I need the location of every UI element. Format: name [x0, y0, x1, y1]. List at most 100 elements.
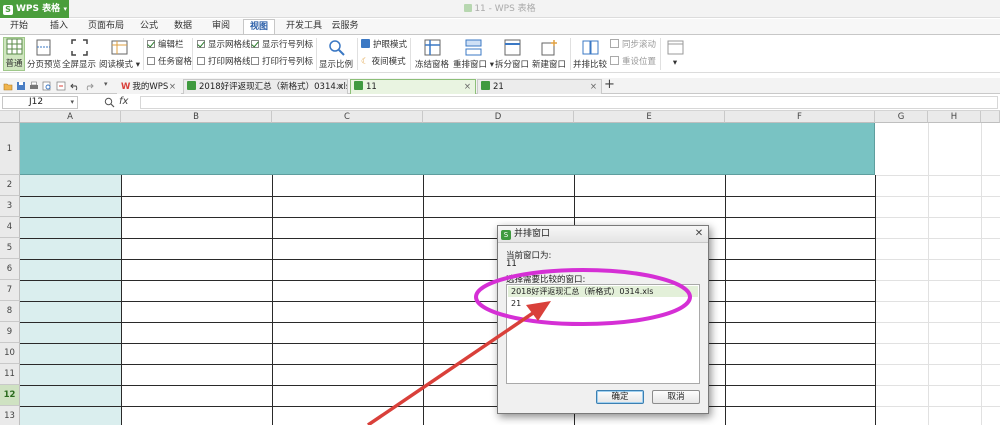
- row-header-1[interactable]: 1: [0, 123, 20, 175]
- row-header-7[interactable]: 7: [0, 280, 20, 301]
- close-icon[interactable]: ×: [590, 80, 597, 94]
- show-gridlines-checkbox[interactable]: 显示网格线: [197, 39, 251, 51]
- close-icon[interactable]: ×: [464, 80, 471, 94]
- show-headers-checkbox[interactable]: 显示行号列标: [251, 39, 313, 51]
- rearrange-windows-button[interactable]: 重排窗口 ▾: [453, 39, 494, 70]
- new-window-button[interactable]: 新建窗口: [531, 39, 567, 70]
- row-header-10[interactable]: 10: [0, 343, 20, 364]
- doc-tab-21[interactable]: 21 ×: [477, 79, 602, 94]
- save-icon[interactable]: [16, 81, 26, 91]
- row-header-4[interactable]: 4: [0, 217, 20, 238]
- spreadsheet-file-icon: [481, 81, 490, 90]
- tab-home[interactable]: 开始: [3, 19, 35, 34]
- doc-tab-2018-summary[interactable]: 2018好评返现汇总（新格式）0314.xls * ×: [183, 79, 348, 94]
- tab-developer[interactable]: 开发工具: [282, 19, 326, 34]
- column-header-f[interactable]: F: [725, 111, 875, 123]
- task-pane-checkbox[interactable]: 任务窗格: [147, 56, 192, 68]
- chevron-down-icon: ▾: [489, 60, 494, 70]
- row-header-9[interactable]: 9: [0, 322, 20, 343]
- separator: [410, 38, 411, 70]
- table-border: [20, 238, 875, 239]
- row-header-13[interactable]: 13: [0, 406, 20, 425]
- tab-formulas[interactable]: 公式: [133, 19, 165, 34]
- sync-scroll-icon: [610, 39, 619, 48]
- tab-view[interactable]: 视图: [243, 19, 275, 34]
- gridline: [875, 301, 1000, 302]
- fx-icon[interactable]: fx: [119, 96, 128, 107]
- reading-mode-button[interactable]: 阅读模式 ▾: [99, 39, 140, 70]
- column-header-a[interactable]: A: [20, 111, 121, 123]
- column-header-i[interactable]: [981, 111, 1000, 123]
- separator: [143, 38, 144, 70]
- reset-position-button[interactable]: 重设位置: [610, 56, 656, 68]
- chevron-down-icon[interactable]: ▾: [104, 80, 108, 88]
- magnifier-icon: [328, 40, 345, 56]
- name-box[interactable]: J12 ▾: [2, 96, 78, 109]
- merged-header-cell[interactable]: [20, 123, 875, 175]
- chevron-down-icon: ▾: [63, 5, 67, 13]
- tab-data[interactable]: 数据: [168, 19, 198, 34]
- checkbox-checked-icon: [197, 40, 205, 48]
- table-border: [725, 175, 726, 425]
- row-header-5[interactable]: 5: [0, 238, 20, 259]
- freeze-panes-button[interactable]: 冻结窗格: [414, 39, 450, 70]
- checkbox-unchecked-icon: [251, 57, 259, 65]
- open-folder-icon[interactable]: [3, 81, 13, 91]
- side-by-side-button[interactable]: 并排比较: [573, 39, 607, 70]
- formula-input[interactable]: [140, 96, 998, 109]
- undo-icon[interactable]: [70, 81, 80, 91]
- chevron-down-icon[interactable]: ▾: [70, 97, 74, 108]
- app-menu-button[interactable]: S WPS 表格 ▾: [0, 0, 69, 18]
- zoom-button[interactable]: 显示比例: [318, 39, 354, 70]
- list-item[interactable]: 21: [508, 298, 698, 309]
- sync-scroll-button[interactable]: 同步滚动: [610, 39, 656, 51]
- cancel-button[interactable]: 取消: [652, 390, 700, 404]
- doc-tab-my-wps[interactable]: W 我的WPS ×: [117, 79, 181, 94]
- night-mode-button[interactable]: ☾ 夜间模式: [361, 56, 406, 68]
- fullscreen-button[interactable]: 全屏显示: [62, 39, 96, 70]
- window-icon: [667, 40, 683, 55]
- normal-view-button[interactable]: 普通: [3, 37, 25, 71]
- column-header-g[interactable]: G: [875, 111, 928, 123]
- tab-review[interactable]: 审阅: [206, 19, 236, 34]
- eye-care-button[interactable]: 护眼模式: [361, 39, 407, 51]
- page-break-preview-button[interactable]: 分页预览: [27, 39, 61, 70]
- doc-tab-11[interactable]: 11 ×: [350, 79, 476, 94]
- ok-button[interactable]: 确定: [596, 390, 644, 404]
- split-window-button[interactable]: 拆分窗口: [495, 39, 529, 70]
- table-border: [20, 364, 875, 365]
- print-headers-checkbox[interactable]: 打印行号列标: [251, 56, 313, 68]
- print-icon[interactable]: [29, 81, 39, 91]
- close-icon[interactable]: ×: [336, 80, 343, 94]
- list-item[interactable]: 2018好评返现汇总（新格式）0314.xls: [508, 286, 698, 297]
- column-header-b[interactable]: B: [121, 111, 272, 123]
- new-tab-button[interactable]: +: [604, 77, 615, 92]
- row-header-2[interactable]: 2: [0, 175, 20, 196]
- column-header-e[interactable]: E: [574, 111, 725, 123]
- export-pdf-icon[interactable]: [56, 81, 66, 91]
- tab-insert[interactable]: 插入: [44, 19, 74, 34]
- print-gridlines-checkbox[interactable]: 打印网格线: [197, 56, 251, 68]
- row-header-8[interactable]: 8: [0, 301, 20, 322]
- window-switch-button[interactable]: ▾: [664, 39, 686, 68]
- rearrange-windows-icon: [465, 39, 481, 56]
- tab-page-layout[interactable]: 页面布局: [81, 19, 131, 34]
- print-preview-icon[interactable]: [42, 81, 52, 91]
- row-header-12[interactable]: 12: [0, 385, 20, 406]
- select-all-corner[interactable]: [0, 111, 20, 123]
- zoom-icon[interactable]: [104, 97, 115, 108]
- window-list[interactable]: 2018好评返现汇总（新格式）0314.xls 21: [506, 284, 700, 384]
- row-header-3[interactable]: 3: [0, 196, 20, 217]
- column-header-d[interactable]: D: [423, 111, 574, 123]
- column-header-c[interactable]: C: [272, 111, 423, 123]
- tab-cloud-services[interactable]: 云服务: [328, 19, 362, 34]
- edit-bar-checkbox[interactable]: 编辑栏: [147, 39, 184, 51]
- close-icon[interactable]: ✕: [693, 228, 705, 240]
- row-header-11[interactable]: 11: [0, 364, 20, 385]
- close-icon[interactable]: ×: [169, 80, 176, 94]
- column-header-h[interactable]: H: [928, 111, 981, 123]
- row-header-6[interactable]: 6: [0, 259, 20, 280]
- wps-logo-icon: S: [501, 230, 511, 240]
- chevron-down-icon: ▾: [135, 60, 140, 70]
- redo-icon[interactable]: [84, 81, 94, 91]
